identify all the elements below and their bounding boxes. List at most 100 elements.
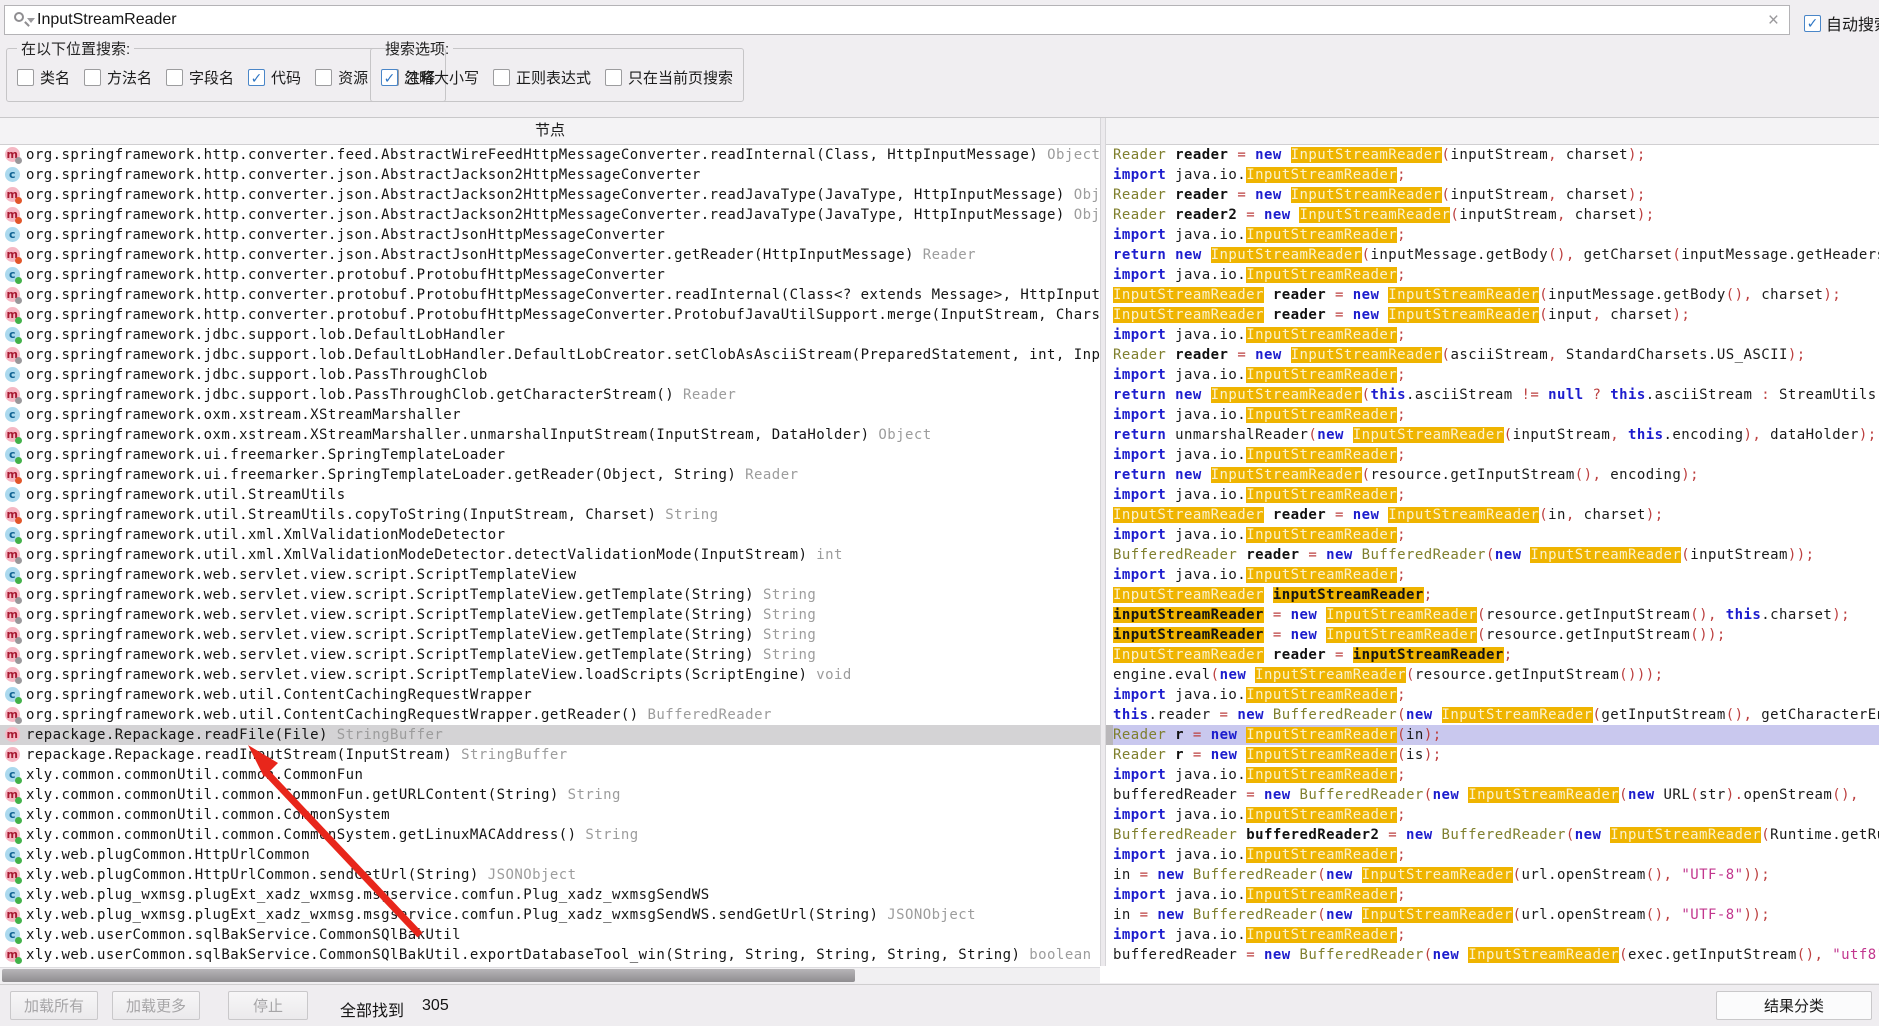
code-line[interactable]: import java.io.InputStreamReader; <box>1106 485 1879 505</box>
tree-row[interactable]: c org.springframework.jdbc.support.lob.Pa… <box>0 365 1100 385</box>
tree-horizontal-scrollbar[interactable] <box>0 967 1100 983</box>
code-line[interactable]: import java.io.InputStreamReader; <box>1106 405 1879 425</box>
tree-row[interactable]: m xly.web.plug_wxmsg.plugExt_xadz_wxmsg.m… <box>0 905 1100 925</box>
code-line[interactable]: InputStreamReader reader = new InputStre… <box>1106 505 1879 525</box>
code-line[interactable]: return new InputStreamReader(resource.ge… <box>1106 465 1879 485</box>
search-option-checkbox[interactable] <box>493 69 511 86</box>
tree-row[interactable]: m org.springframework.http.converter.prot… <box>0 305 1100 325</box>
scope-option[interactable]: 类名 <box>17 67 70 88</box>
search-option-option[interactable]: 只在当前页搜索 <box>605 67 733 88</box>
code-line[interactable]: Reader reader = new InputStreamReader(as… <box>1106 345 1879 365</box>
code-line[interactable]: import java.io.InputStreamReader; <box>1106 805 1879 825</box>
tree-row[interactable]: c org.springframework.web.servlet.view.sc… <box>0 565 1100 585</box>
tree-row[interactable]: c org.springframework.oxm.xstream.XStream… <box>0 405 1100 425</box>
tree-row[interactable]: c org.springframework.http.converter.prot… <box>0 265 1100 285</box>
code-line[interactable]: engine.eval(new InputStreamReader(resour… <box>1106 665 1879 685</box>
tree-row[interactable]: c xly.common.commonUtil.common.CommonSyst… <box>0 805 1100 825</box>
tree-row[interactable]: c xly.common.commonUtil.common.CommonFun <box>0 765 1100 785</box>
tree-row[interactable]: m org.springframework.web.servlet.view.sc… <box>0 665 1100 685</box>
tree-header-node[interactable]: 节点 <box>0 118 1100 144</box>
code-line[interactable]: inputStreamReader = new InputStreamReade… <box>1106 625 1879 645</box>
code-line[interactable]: import java.io.InputStreamReader; <box>1106 365 1879 385</box>
scope-checkbox[interactable] <box>17 69 34 86</box>
code-line[interactable]: InputStreamReader reader = new InputStre… <box>1106 285 1879 305</box>
code-line[interactable]: Reader r = new InputStreamReader(is); <box>1106 745 1879 765</box>
tree-row[interactable]: c xly.web.userCommon.sqlBakService.Common… <box>0 925 1100 945</box>
code-line[interactable]: import java.io.InputStreamReader; <box>1106 765 1879 785</box>
auto-search-checkbox[interactable] <box>1804 14 1821 32</box>
code-line[interactable]: import java.io.InputStreamReader; <box>1106 325 1879 345</box>
tree-row[interactable]: m org.springframework.util.xml.XmlValidat… <box>0 545 1100 565</box>
tree-row[interactable]: m xly.web.userCommon.sqlBakService.Common… <box>0 945 1100 965</box>
tree-row[interactable]: c org.springframework.http.converter.json… <box>0 165 1100 185</box>
code-line-selected[interactable]: Reader r = new InputStreamReader(in); <box>1106 725 1879 745</box>
code-line[interactable]: bufferedReader = new BufferedReader(new … <box>1106 785 1879 805</box>
code-line[interactable]: import java.io.InputStreamReader; <box>1106 165 1879 185</box>
code-line[interactable]: return unmarshalReader(new InputStreamRe… <box>1106 425 1879 445</box>
search-option-checkbox[interactable] <box>381 69 398 86</box>
tree-row[interactable]: m org.springframework.http.converter.feed… <box>0 145 1100 165</box>
code-line[interactable]: InputStreamReader inputStreamReader; <box>1106 585 1879 605</box>
tree-row-selected[interactable]: m repackage.Repackage.readFile(File) Stri… <box>0 725 1100 745</box>
tree-row[interactable]: m org.springframework.jdbc.support.lob.Pa… <box>0 385 1100 405</box>
scope-checkbox[interactable] <box>248 69 266 86</box>
code-line[interactable]: this.reader = new BufferedReader(new Inp… <box>1106 705 1879 725</box>
tree-row[interactable]: m org.springframework.http.converter.prot… <box>0 285 1100 305</box>
code-line[interactable]: inputStreamReader = new InputStreamReade… <box>1106 605 1879 625</box>
search-input[interactable]: InputStreamReader × <box>4 5 1790 35</box>
auto-search-option[interactable]: 自动搜索 <box>1804 11 1879 35</box>
tree-row[interactable]: m org.springframework.http.converter.json… <box>0 245 1100 265</box>
code-line[interactable]: return new InputStreamReader(this.asciiS… <box>1106 385 1879 405</box>
tree-row[interactable]: m xly.common.commonUtil.common.CommonFun.… <box>0 785 1100 805</box>
search-icon[interactable] <box>11 9 35 31</box>
tree-row[interactable]: c org.springframework.jdbc.support.lob.De… <box>0 325 1100 345</box>
scope-checkbox[interactable] <box>84 69 102 86</box>
tree-row[interactable]: m org.springframework.http.converter.json… <box>0 185 1100 205</box>
scope-option[interactable]: 代码 <box>248 67 301 88</box>
code-line[interactable]: import java.io.InputStreamReader; <box>1106 685 1879 705</box>
scope-option[interactable]: 字段名 <box>166 67 234 88</box>
tree-row[interactable]: m xly.web.plugCommon.HttpUrlCommon.sendGe… <box>0 865 1100 885</box>
tree-row[interactable]: m org.springframework.web.servlet.view.sc… <box>0 605 1100 625</box>
tree-row[interactable]: c xly.web.plug_wxmsg.plugExt_xadz_wxmsg.m… <box>0 885 1100 905</box>
tree-row[interactable]: m org.springframework.oxm.xstream.XStream… <box>0 425 1100 445</box>
code-line[interactable]: in = new BufferedReader(new InputStreamR… <box>1106 905 1879 925</box>
stop-button[interactable]: 停止 <box>228 991 308 1020</box>
scope-option[interactable]: 资源 <box>315 67 368 88</box>
code-line[interactable]: in = new BufferedReader(new InputStreamR… <box>1106 865 1879 885</box>
tree-row[interactable]: m repackage.Repackage.readInputStream(Inp… <box>0 745 1100 765</box>
load-more-button[interactable]: 加载更多 <box>112 991 200 1020</box>
code-line[interactable]: import java.io.InputStreamReader; <box>1106 525 1879 545</box>
scope-checkbox[interactable] <box>166 69 184 86</box>
tree-row[interactable]: m org.springframework.web.servlet.view.sc… <box>0 625 1100 645</box>
tree-row[interactable]: c org.springframework.web.util.ContentCac… <box>0 685 1100 705</box>
tree-row[interactable]: c org.springframework.util.StreamUtils <box>0 485 1100 505</box>
load-all-button[interactable]: 加载所有 <box>10 991 98 1020</box>
code-line[interactable]: bufferedReader = new BufferedReader(new … <box>1106 945 1879 965</box>
tree-row[interactable]: m xly.common.commonUtil.common.CommonSyst… <box>0 825 1100 845</box>
search-option-option[interactable]: 忽略大小写 <box>381 67 479 88</box>
code-line[interactable]: import java.io.InputStreamReader; <box>1106 225 1879 245</box>
tree-row[interactable]: c org.springframework.util.xml.XmlValidat… <box>0 525 1100 545</box>
search-option-option[interactable]: 正则表达式 <box>493 67 591 88</box>
tree-row[interactable]: m org.springframework.web.servlet.view.sc… <box>0 585 1100 605</box>
tree-row[interactable]: m org.springframework.jdbc.support.lob.De… <box>0 345 1100 365</box>
tree-row[interactable]: c org.springframework.ui.freemarker.Sprin… <box>0 445 1100 465</box>
code-line[interactable]: BufferedReader bufferedReader2 = new Buf… <box>1106 825 1879 845</box>
tree-row[interactable]: m org.springframework.http.converter.json… <box>0 205 1100 225</box>
code-line[interactable]: Reader reader2 = new InputStreamReader(i… <box>1106 205 1879 225</box>
tree-row[interactable]: m org.springframework.util.StreamUtils.co… <box>0 505 1100 525</box>
code-line[interactable]: BufferedReader reader = new BufferedRead… <box>1106 545 1879 565</box>
classify-results-button[interactable]: 结果分类 <box>1716 991 1872 1020</box>
code-line[interactable]: import java.io.InputStreamReader; <box>1106 925 1879 945</box>
code-line[interactable]: InputStreamReader reader = inputStreamRe… <box>1106 645 1879 665</box>
tree-row[interactable]: c xly.web.plugCommon.HttpUrlCommon <box>0 845 1100 865</box>
code-line[interactable]: import java.io.InputStreamReader; <box>1106 265 1879 285</box>
clear-search-icon[interactable]: × <box>1768 11 1779 30</box>
tree-row[interactable]: m org.springframework.web.util.ContentCac… <box>0 705 1100 725</box>
code-line[interactable]: import java.io.InputStreamReader; <box>1106 565 1879 585</box>
scrollbar-thumb[interactable] <box>2 969 855 982</box>
tree-row[interactable]: c org.springframework.http.converter.json… <box>0 225 1100 245</box>
code-line[interactable]: Reader reader = new InputStreamReader(in… <box>1106 185 1879 205</box>
code-line[interactable]: Reader reader = new InputStreamReader(in… <box>1106 145 1879 165</box>
